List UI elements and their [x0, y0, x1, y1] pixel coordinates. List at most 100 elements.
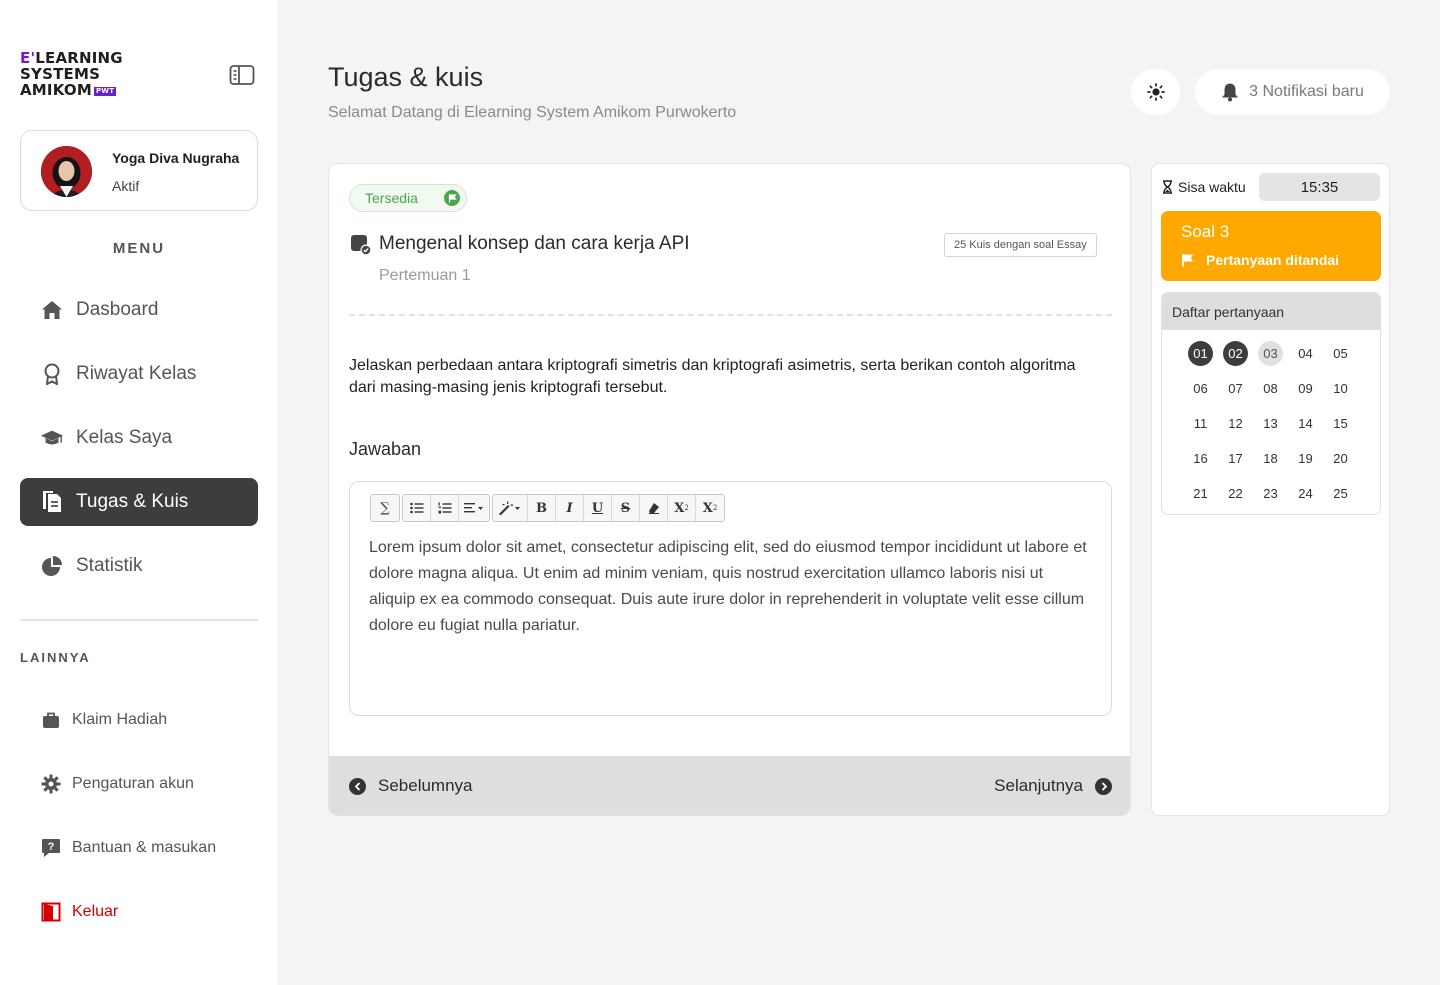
sigma-icon: ∑	[380, 500, 390, 516]
underline-icon: U	[591, 500, 604, 516]
theme-toggle-button[interactable]	[1131, 69, 1180, 115]
bullet-list-button[interactable]	[403, 495, 431, 521]
nav-item-klaim-hadiah[interactable]: Klaim Hadiah	[40, 705, 167, 735]
italic-button[interactable]: I	[556, 495, 584, 521]
question-number-button[interactable]: 03	[1258, 341, 1283, 366]
question-number-button[interactable]: 14	[1293, 411, 1318, 436]
question-number-button[interactable]: 20	[1328, 446, 1353, 471]
nav-item-pengaturan-akun[interactable]: Pengaturan akun	[40, 769, 194, 799]
home-icon	[40, 298, 64, 322]
sun-icon	[1146, 83, 1165, 101]
other-section-title: LAINNYA	[20, 650, 91, 665]
nav-label: Kelas Saya	[76, 427, 173, 448]
align-dropdown-button[interactable]	[459, 495, 489, 521]
answer-label: Jawaban	[349, 439, 422, 459]
editor-toolbar: ∑ B I U S X 2 X 2	[370, 494, 725, 522]
question-list-title: Daftar pertanyaan	[1162, 293, 1380, 330]
question-number-button[interactable]: 08	[1258, 376, 1283, 401]
profile-name: Yoga Diva Nugraha	[112, 150, 240, 166]
nav-item-bantuan[interactable]: ? Bantuan & masukan	[40, 833, 216, 863]
question-number-button[interactable]: 11	[1188, 411, 1213, 436]
quiz-done-icon	[350, 234, 372, 256]
strikethrough-button[interactable]: S	[612, 495, 640, 521]
question-number-button[interactable]: 17	[1223, 446, 1248, 471]
superscript-icon: X	[674, 500, 685, 516]
sidebar-divider	[20, 619, 258, 621]
question-number-button[interactable]: 25	[1328, 481, 1353, 506]
question-number-button[interactable]: 21	[1188, 481, 1213, 506]
question-number-button[interactable]: 07	[1223, 376, 1248, 401]
logo-line-3: AMIKOM	[20, 81, 92, 99]
answer-text[interactable]: Lorem ipsum dolor sit amet, consectetur …	[369, 535, 1089, 639]
document-icon	[40, 490, 64, 514]
bullet-list-icon	[409, 502, 423, 514]
question-number-button[interactable]: 06	[1188, 376, 1213, 401]
toolbar-group-math: ∑	[370, 494, 400, 522]
question-number-button[interactable]: 05	[1328, 341, 1353, 366]
align-icon	[464, 503, 483, 513]
nav-item-statistik[interactable]: Statistik	[20, 542, 258, 590]
nav-item-keluar[interactable]: Keluar	[40, 897, 118, 927]
quiz-navigation: Sebelumnya Selanjutnya	[329, 756, 1130, 815]
page-subtitle: Selamat Datang di Elearning System Amiko…	[328, 104, 737, 121]
nav-item-riwayat-kelas[interactable]: Riwayat Kelas	[20, 350, 258, 398]
nav-item-dashboard[interactable]: Dasboard	[20, 286, 258, 334]
question-number-button[interactable]: 15	[1328, 411, 1353, 436]
app-logo[interactable]: E'LEARNING SYSTEMS AMIKOM PWT	[20, 50, 140, 102]
numbered-list-button[interactable]	[431, 495, 459, 521]
svg-text:?: ?	[48, 841, 55, 853]
quiz-card: Tersedia Mengenal konsep dan cara kerja …	[328, 163, 1131, 816]
chevron-left-icon	[349, 777, 366, 795]
toolbar-group-lists	[402, 494, 490, 522]
nav-label: Bantuan & masukan	[72, 839, 217, 856]
previous-label: Sebelumnya	[378, 776, 473, 795]
flag-question-button[interactable]: Pertanyaan ditandai	[1181, 252, 1339, 268]
math-formula-button[interactable]: ∑	[371, 495, 399, 521]
logo-tag: PWT	[93, 87, 117, 96]
toolbar-group-format: B I U S X2 X2	[492, 494, 725, 522]
question-number-button[interactable]: 09	[1293, 376, 1318, 401]
question-number-button[interactable]: 24	[1293, 481, 1318, 506]
question-number-button[interactable]: 10	[1328, 376, 1353, 401]
subscript-button[interactable]: X2	[696, 495, 724, 521]
question-number-button[interactable]: 22	[1223, 481, 1248, 506]
next-button[interactable]: Selanjutnya	[994, 776, 1112, 796]
underline-button[interactable]: U	[584, 495, 612, 521]
question-panel: Sisa waktu 15:35 Soal 3 Pertanyaan ditan…	[1151, 163, 1390, 816]
answer-editor[interactable]: ∑ B I U S X 2 X 2 Lorem ipsum dolor sit …	[349, 481, 1112, 716]
question-number-button[interactable]: 12	[1223, 411, 1248, 436]
question-number-button[interactable]: 02	[1223, 341, 1248, 366]
gift-bag-icon	[40, 709, 62, 731]
next-label: Selanjutnya	[994, 776, 1083, 795]
question-number-button[interactable]: 16	[1188, 446, 1213, 471]
avatar	[41, 146, 92, 197]
nav-label: Tugas & Kuis	[76, 491, 189, 512]
nav-item-kelas-saya[interactable]: Kelas Saya	[20, 414, 258, 462]
notifications-label: 3 Notifikasi baru	[1249, 83, 1364, 100]
question-text: Jelaskan perbedaan antara kriptografi si…	[349, 357, 1076, 396]
question-number-button[interactable]: 13	[1258, 411, 1283, 436]
profile-card[interactable]: Yoga Diva Nugraha Aktif	[20, 130, 258, 211]
section-divider	[349, 314, 1112, 316]
question-list: Daftar pertanyaan 01 02 03 04 05 06 07 08 09 10 11…	[1161, 292, 1381, 515]
superscript-button[interactable]: X2	[668, 495, 696, 521]
eraser-icon	[648, 503, 659, 514]
question-number-button[interactable]: 01	[1188, 341, 1213, 366]
current-question-card: Soal 3 Pertanyaan ditandai	[1161, 211, 1381, 281]
sidebar: E'LEARNING SYSTEMS AMIKOM PWT Yoga Diva N…	[0, 0, 278, 985]
previous-button[interactable]: Sebelumnya	[349, 776, 473, 796]
magic-wand-button[interactable]	[493, 495, 528, 521]
nav-label: Klaim Hadiah	[72, 711, 168, 728]
question-grid: 01 02 03 04 05 06 07 08 09 10 11 12 13 14 15 16 17 18 19 20…	[1188, 341, 1353, 506]
question-number-button[interactable]: 18	[1258, 446, 1283, 471]
question-number-button[interactable]: 23	[1258, 481, 1283, 506]
notifications-button[interactable]: 3 Notifikasi baru	[1195, 69, 1390, 115]
clear-format-button[interactable]	[640, 495, 668, 521]
sidebar-toggle-button[interactable]	[229, 64, 255, 86]
nav-label: Riwayat Kelas	[76, 363, 197, 384]
current-question-title: Soal 3	[1181, 222, 1230, 241]
nav-item-tugas-kuis[interactable]: Tugas & Kuis	[20, 478, 258, 526]
bold-button[interactable]: B	[528, 495, 556, 521]
question-number-button[interactable]: 04	[1293, 341, 1318, 366]
question-number-button[interactable]: 19	[1293, 446, 1318, 471]
